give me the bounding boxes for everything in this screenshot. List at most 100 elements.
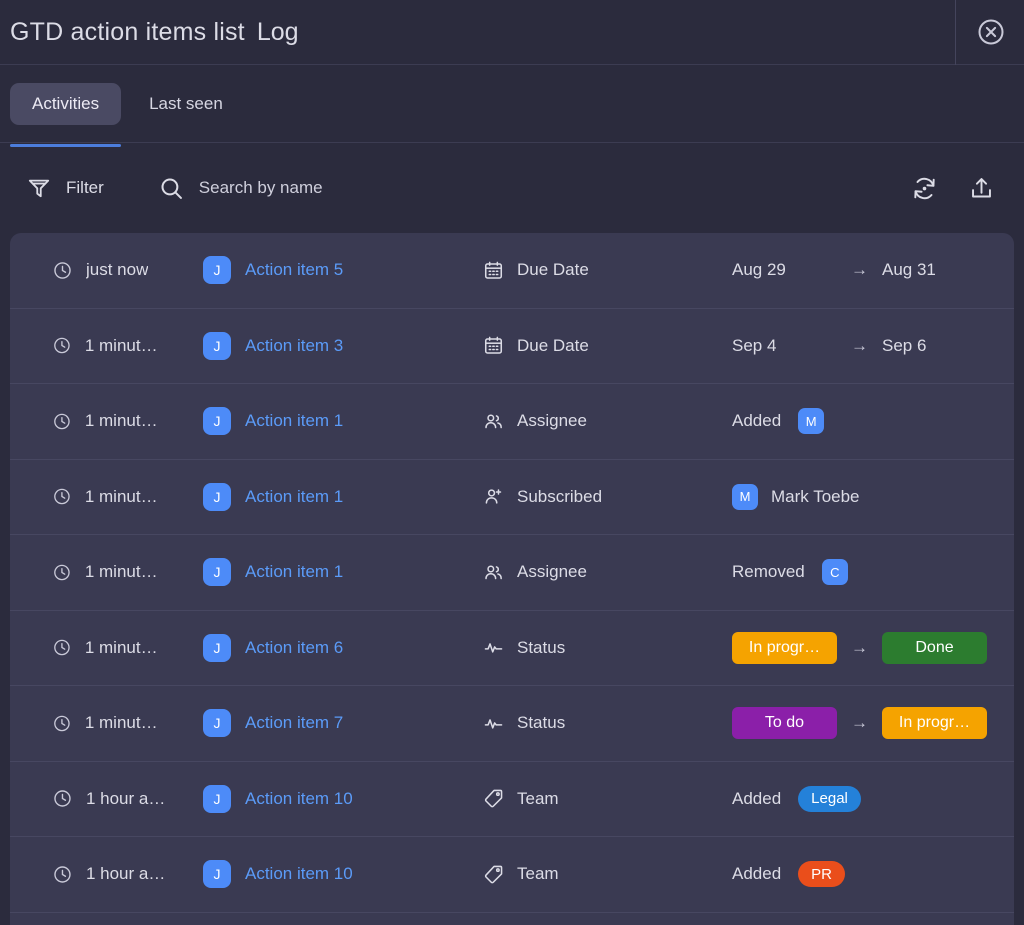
search-field[interactable]: Search by name — [158, 175, 323, 202]
avatar: J — [203, 558, 231, 586]
toolbar-actions — [910, 174, 1006, 203]
table-row: 1 minute …JAction item 1AssigneeRemovedC — [10, 535, 1014, 611]
activity-field-cell: Due Date — [472, 334, 722, 357]
tab-activities[interactable]: Activities — [10, 83, 121, 125]
calendar-icon — [482, 259, 505, 282]
value-transition: Sep 4→Sep 6 — [732, 336, 926, 356]
activity-field-cell: Team — [472, 863, 722, 886]
status-badge-from: In progr… — [732, 632, 837, 664]
activity-field-label: Subscribed — [517, 487, 602, 507]
status-badge-to: In progr… — [882, 707, 987, 739]
activity-item-cell: JAction item 7 — [167, 709, 472, 737]
activity-time: 1 hour ago — [86, 789, 167, 809]
value-action-avatar: AddedM — [732, 408, 824, 434]
refresh-history-button[interactable] — [910, 174, 939, 203]
clock-icon — [52, 788, 73, 809]
value-to-wrap: In progr… — [882, 707, 987, 739]
value-from-wrap: In progr… — [732, 632, 837, 664]
value-action-pill: AddedPR — [732, 861, 845, 887]
tabbar: Activities Last seen — [0, 65, 1024, 143]
activity-item-link[interactable]: Action item 1 — [245, 411, 343, 431]
activity-value-cell: To do →In progr… — [722, 707, 1006, 739]
value-to: Aug 31 — [882, 260, 936, 280]
activity-value-cell: AddedLegal — [722, 786, 1006, 812]
tab-last-seen[interactable]: Last seen — [127, 83, 245, 125]
value-from: Aug 29 — [732, 260, 786, 280]
activity-time: 1 minute … — [85, 713, 167, 733]
activity-time-cell: 1 hour ago — [18, 864, 167, 885]
user-plus-icon — [482, 485, 505, 508]
activity-item-link[interactable]: Action item 6 — [245, 638, 343, 658]
value-to-wrap: Aug 31 — [882, 260, 936, 280]
value-from: Sep 4 — [732, 336, 776, 356]
value-from-wrap: Sep 4 — [732, 336, 837, 356]
status-badge-to-label: Done — [915, 639, 953, 657]
activity-field-label: Due Date — [517, 336, 589, 356]
clock-icon — [52, 335, 72, 356]
transition-arrow-icon: → — [837, 713, 882, 733]
activity-item-cell: J Action item 10 — [167, 860, 472, 888]
activity-item-cell: JAction item 5 — [167, 256, 472, 284]
export-button[interactable] — [967, 174, 996, 203]
value-transition: In progr…→Done — [732, 632, 987, 664]
value-transition: To do →In progr… — [732, 707, 987, 739]
status-badge-from: To do — [732, 707, 837, 739]
avatar: J — [203, 634, 231, 662]
tab-activities-label: Activities — [32, 94, 99, 113]
activity-value-cell: Removed C — [722, 559, 1006, 585]
status-badge-from-label: To do — [765, 714, 804, 732]
table-row: 1 hour ago J Action item 10 Team AddedPR — [10, 837, 1014, 913]
refresh-history-icon — [910, 174, 939, 203]
person-avatar: C — [822, 559, 848, 585]
table-row: 1 minute … J Action item 3 Due Date Sep 4→Se… — [10, 309, 1014, 385]
value-to: Sep 6 — [882, 336, 926, 356]
activity-field-label: Due Date — [517, 260, 589, 280]
activity-item-link[interactable]: Action item 1 — [245, 562, 343, 582]
status-badge-from-label: In progr… — [749, 639, 820, 657]
table-row: just nowJAction item 5 Due Date Aug 29 →Aug… — [10, 233, 1014, 309]
activity-field-label: Assignee — [517, 411, 587, 431]
table-row: 1 minute …JAction item 6StatusIn progr…→… — [10, 611, 1014, 687]
action-label: Added — [732, 789, 781, 809]
value-from-wrap: To do — [732, 707, 837, 739]
avatar: J — [203, 483, 231, 511]
value-action-pill: AddedLegal — [732, 786, 861, 812]
activity-time: 1 minute … — [85, 638, 167, 658]
activity-value-cell: MMark Toebe — [722, 484, 1006, 510]
activity-time-cell: 1 minute … — [18, 411, 167, 432]
clock-icon — [52, 486, 72, 507]
activity-value-cell: AddedM — [722, 408, 1006, 434]
close-button[interactable] — [976, 17, 1006, 47]
avatar: J — [203, 332, 231, 360]
clock-icon — [52, 637, 72, 658]
activity-item-link[interactable]: Action item 10 — [245, 864, 353, 884]
action-label: Removed — [732, 562, 805, 582]
activity-item-link[interactable]: Action item 3 — [245, 336, 343, 356]
activity-time-cell: 1 hour ago — [18, 788, 167, 809]
activity-item-link[interactable]: Action item 10 — [245, 789, 353, 809]
filter-label: Filter — [66, 178, 104, 198]
activity-field-cell: Assignee — [472, 410, 722, 433]
activity-time: 1 minute … — [85, 336, 167, 356]
activity-time-cell: just now — [18, 260, 167, 281]
search-icon — [158, 175, 185, 202]
avatar: J — [203, 860, 231, 888]
search-input[interactable]: Search by name — [199, 178, 323, 198]
clock-icon — [52, 260, 73, 281]
activity-item-link[interactable]: Action item 7 — [245, 713, 343, 733]
action-label: Added — [732, 864, 781, 884]
activity-item-cell: J Action item 6 — [167, 634, 472, 662]
tag-icon — [482, 863, 505, 886]
window-titlebar: GTD action items list Log — [0, 0, 1024, 65]
activity-time-cell: 1 minute … — [18, 562, 167, 583]
filter-button[interactable]: Filter — [26, 175, 104, 201]
transition-arrow-icon: → — [837, 260, 882, 280]
activity-item-cell: JAction item 10 — [167, 785, 472, 813]
status-badge-to: Done — [882, 632, 987, 664]
activity-item-link[interactable]: Action item 1 — [245, 487, 343, 507]
activity-item-link[interactable]: Action item 5 — [245, 260, 343, 280]
page-subtitle: Log — [257, 18, 299, 47]
table-row: 1 hour agoJAction item 10TeamAddedLegal — [10, 762, 1014, 838]
avatar: J — [203, 407, 231, 435]
clock-icon — [52, 411, 72, 432]
